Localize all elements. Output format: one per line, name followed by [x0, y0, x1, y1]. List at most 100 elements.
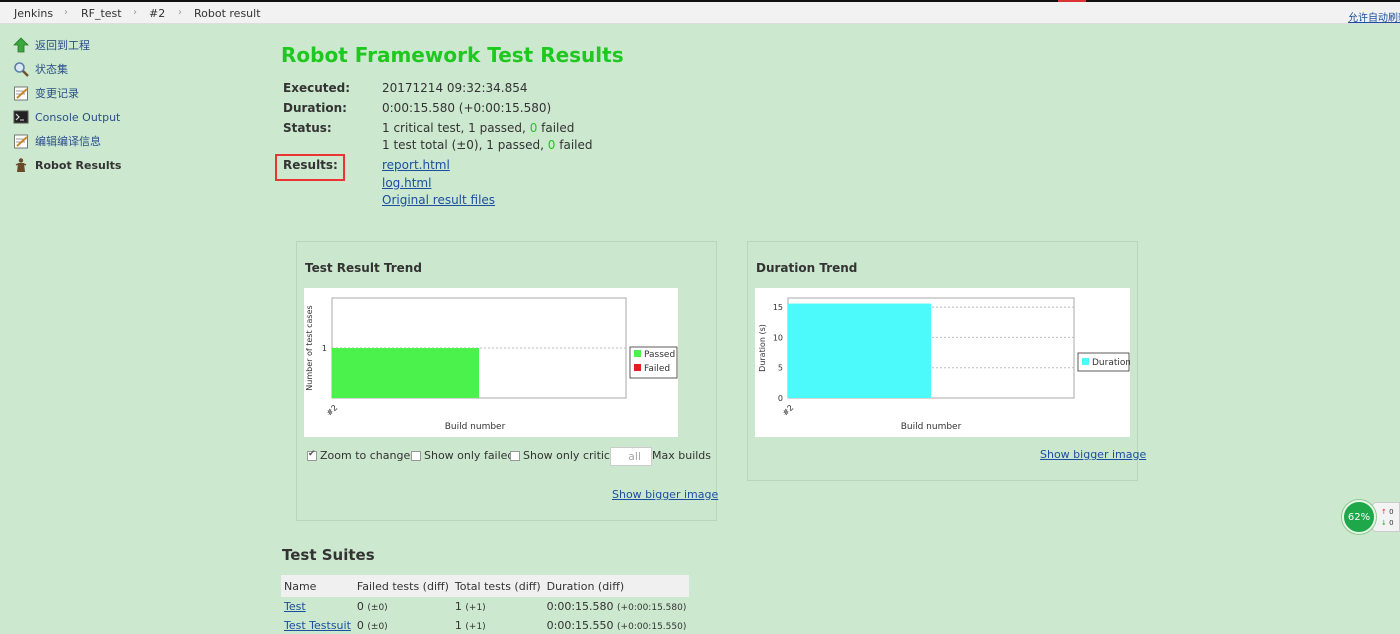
duration-label: Duration:: [283, 101, 347, 115]
passed-area: [332, 348, 479, 398]
report-link[interactable]: report.html: [382, 158, 450, 172]
table-header-row: Name Failed tests (diff) Total tests (di…: [281, 575, 690, 597]
max-builds-label: Max builds: [652, 449, 712, 462]
only-critical-checkbox[interactable]: [510, 450, 520, 461]
trend-show-bigger-link[interactable]: Show bigger image: [612, 488, 718, 501]
sidebar-item-back-to-project[interactable]: 返回到工程: [13, 36, 90, 54]
usage-badge[interactable]: 62%: [1342, 500, 1376, 534]
legend-swatch: [634, 364, 641, 371]
breadcrumb-separator-icon: ›: [64, 7, 68, 18]
legend-swatch: [634, 350, 641, 357]
sidebar-item-status[interactable]: 状态集: [13, 60, 68, 78]
duration-cell: 0:00:15.550 (+0:00:15.550): [544, 616, 690, 634]
speed-tab[interactable]: ↑ 0 ↓ 0: [1372, 502, 1400, 532]
log-link[interactable]: log.html: [382, 176, 431, 190]
red-marker: [1058, 0, 1086, 2]
y-tick-label: 5: [778, 364, 783, 373]
failed-cell: 0 (±0): [354, 616, 452, 634]
results-label: Results:: [283, 158, 338, 172]
status-text: 1 test total (±0), 1 passed,: [382, 138, 548, 152]
test-result-trend-chart: Number of test cases Build number #2 1 P…: [304, 288, 678, 437]
max-builds-input[interactable]: all: [610, 447, 652, 466]
duration-chart-svg: Duration (s) Build number #2 0 5 10 15 Dura…: [758, 297, 1130, 432]
sidebar-item-changes[interactable]: 变更记录: [13, 84, 79, 102]
zoom-checkbox[interactable]: [307, 449, 317, 461]
up-arrow-icon: [13, 37, 29, 53]
suite-link[interactable]: Test: [284, 600, 306, 613]
test-suites-table: Name Failed tests (diff) Total tests (di…: [281, 575, 690, 634]
terminal-icon: [13, 109, 29, 125]
failed-value: 0: [356, 619, 364, 632]
failed-diff: (±0): [367, 603, 388, 613]
x-axis-label: Build number: [445, 422, 506, 432]
trend-chart-svg: Number of test cases Build number #2 1 P…: [305, 297, 678, 432]
duration-panel-title: Duration Trend: [756, 261, 858, 275]
y-tick-label: 15: [773, 303, 783, 312]
status-text: failed: [555, 138, 593, 152]
magnifier-icon: [13, 61, 29, 77]
duration-show-bigger-link[interactable]: Show bigger image: [1040, 448, 1146, 461]
up-arrow-icon: ↑: [1381, 508, 1387, 516]
y-tick-label: 0: [778, 394, 783, 403]
breadcrumb-rf-test[interactable]: RF_test: [81, 7, 122, 20]
breadcrumb-robot-result[interactable]: Robot result: [194, 7, 261, 20]
notepad-edit-icon: [13, 133, 29, 149]
column-header-failed[interactable]: Failed tests (diff): [353, 575, 452, 597]
suite-link[interactable]: Test Testsuit: [284, 619, 351, 632]
legend-label: Duration: [1092, 358, 1130, 368]
robot-icon: [13, 157, 29, 173]
notepad-icon: [13, 85, 29, 101]
total-cell: 1 (+1): [452, 616, 544, 634]
status-total-line: 1 test total (±0), 1 passed, 0 failed: [382, 138, 593, 152]
duration-value: 0:00:15.580 (+0:00:15.580): [382, 101, 552, 115]
breadcrumb-separator-icon: ›: [178, 7, 182, 18]
duration-value: 0:00:15.550: [546, 619, 614, 632]
upload-value: 0: [1389, 508, 1394, 516]
trend-panel-title: Test Result Trend: [305, 261, 422, 275]
breadcrumb: Jenkins › RF_test › #2 › Robot result 允许…: [0, 0, 1400, 24]
total-diff: (+1): [465, 603, 486, 613]
duration-diff: (+0:00:15.580): [617, 603, 687, 613]
column-header-total[interactable]: Total tests (diff): [451, 575, 544, 597]
auto-refresh-link[interactable]: 允许自动刷新: [1348, 9, 1400, 24]
show-only-failed-option[interactable]: Show only failed: [411, 449, 514, 462]
breadcrumb-build[interactable]: #2: [149, 7, 165, 20]
zoom-to-changes-option[interactable]: Zoom to changes: [307, 449, 416, 462]
duration-cell: 0:00:15.580 (+0:00:15.580): [544, 597, 690, 616]
sidebar-item-label: Robot Results: [35, 158, 122, 172]
sidebar-item-edit-build-info[interactable]: 编辑编译信息: [13, 132, 101, 150]
show-only-critical-option[interactable]: Show only critical: [510, 449, 620, 462]
column-header-name[interactable]: Name: [281, 575, 354, 597]
sidebar-item-label: 返回到工程: [35, 39, 90, 52]
sidebar-item-console-output[interactable]: Console Output: [13, 108, 120, 126]
legend-swatch: [1082, 358, 1089, 365]
page-title: Robot Framework Test Results: [281, 43, 624, 67]
executed-label: Executed:: [283, 81, 350, 95]
original-files-link[interactable]: Original result files: [382, 193, 495, 207]
column-header-duration[interactable]: Duration (diff): [543, 575, 690, 597]
x-tick-label: #2: [781, 403, 796, 418]
total-value: 1: [454, 600, 462, 613]
total-value: 1: [454, 619, 462, 632]
status-text: failed: [537, 121, 575, 135]
test-suites-title: Test Suites: [282, 546, 375, 564]
y-axis-label: Duration (s): [758, 324, 767, 372]
duration-trend-chart: Duration (s) Build number #2 0 5 10 15 Dura…: [755, 288, 1130, 437]
executed-value: 20171214 09:32:34.854: [382, 81, 528, 95]
breadcrumb-jenkins[interactable]: Jenkins: [14, 7, 53, 20]
failed-diff: (±0): [367, 622, 388, 632]
x-tick-label: #2: [325, 403, 340, 418]
duration-diff: (+0:00:15.550): [617, 622, 687, 632]
status-critical-line: 1 critical test, 1 passed, 0 failed: [382, 121, 574, 135]
breadcrumb-separator-icon: ›: [133, 7, 137, 18]
legend-label: Failed: [644, 364, 670, 374]
sidebar-item-label: 编辑编译信息: [35, 135, 101, 148]
download-value: 0: [1389, 519, 1394, 527]
zoom-label: Zoom to changes: [320, 449, 416, 462]
only-critical-label: Show only critical: [523, 449, 620, 462]
only-failed-checkbox[interactable]: [411, 450, 421, 461]
duration-bar: [788, 303, 931, 398]
sidebar-item-label: Console Output: [35, 110, 121, 124]
total-cell: 1 (+1): [452, 597, 544, 616]
sidebar-item-robot-results[interactable]: Robot Results: [13, 156, 121, 174]
